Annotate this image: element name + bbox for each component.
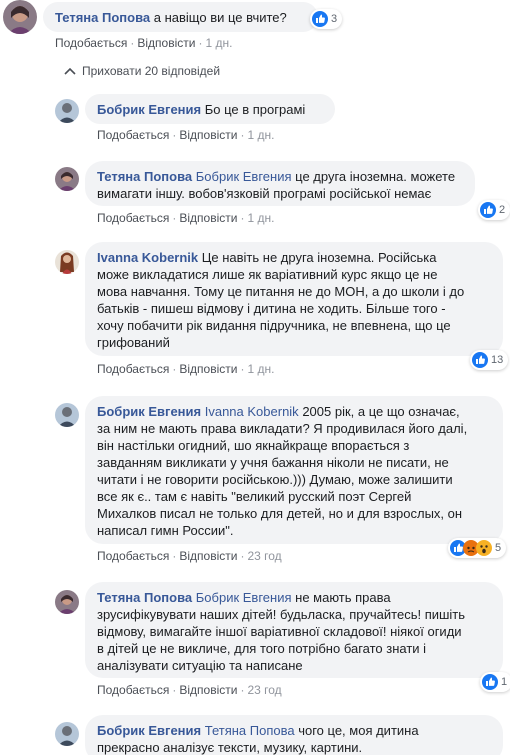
comment-actions: Подобається · Відповісти · 1 дн. — [55, 36, 233, 50]
comment-time[interactable]: 1 дн. — [247, 128, 274, 142]
comment-author[interactable]: Тетяна Попова — [97, 590, 192, 605]
comment-text-line: завданням викликати у учня бажання нікол… — [97, 455, 449, 470]
comment-text-line: це друга іноземна. можете — [295, 169, 456, 184]
reaction-count: 13 — [491, 354, 504, 366]
like-reaction-icon — [312, 11, 328, 27]
mentioned-user[interactable]: Тетяна Попова — [205, 723, 295, 738]
like-link[interactable]: Подобається — [97, 211, 169, 225]
comment-text-line: може викладатися лише як варіативний кур… — [97, 267, 438, 282]
like-link[interactable]: Подобається — [97, 549, 169, 563]
like-link[interactable]: Подобається — [55, 36, 127, 50]
mentioned-user[interactable]: Ivanna Kobernik — [205, 404, 299, 419]
comment-text-line: написал гимн России". — [97, 523, 234, 538]
reaction-count-badge[interactable]: 3 — [310, 9, 343, 29]
wow-reaction-icon — [476, 540, 492, 556]
like-reaction-icon — [472, 352, 488, 368]
comment-text-line: мова навчання. Тому це питання не до МОН… — [97, 284, 465, 299]
comment-bubble: Бобрик Евгения Бо це в програмі — [85, 94, 335, 124]
reaction-count: 1 — [501, 676, 508, 688]
comment-time[interactable]: 1 дн. — [205, 36, 232, 50]
reply-link[interactable]: Відповісти — [179, 128, 237, 142]
comment-text-line: Михалков писал не только для детей, но и… — [97, 506, 463, 521]
comment-text-line: прекрасно аналізує тексти, музику, карти… — [97, 740, 363, 755]
comment-actions: Подобається · Відповісти · 1 дн. — [97, 128, 275, 142]
reaction-count: 2 — [499, 204, 506, 216]
avatar-photo — [55, 250, 79, 274]
comment-text-line: в дітей це не викличе, для того потрібно… — [97, 641, 427, 656]
reply-link[interactable]: Відповісти — [179, 362, 237, 376]
hide-replies-link[interactable]: Приховати 20 відповідей — [64, 64, 220, 78]
comment-actions: Подобається · Відповісти · 1 дн. — [97, 362, 275, 376]
comment-text-line: зрусифікувувати наших дітей! будьласка, … — [97, 607, 466, 622]
comment-text-line: вимагати іншу. вобов'язковій програмі ро… — [97, 186, 432, 201]
mentioned-user[interactable]: Бобрик Евгения — [196, 169, 292, 184]
comment-text-line: не мають права — [295, 590, 391, 605]
comment-author[interactable]: Бобрик Евгения — [97, 102, 201, 117]
reaction-count: 5 — [495, 542, 502, 554]
avatar[interactable] — [55, 403, 79, 427]
comment-actions: Подобається · Відповісти · 1 дн. — [97, 211, 275, 225]
avatar-photo — [55, 167, 79, 191]
avatar-photo — [55, 403, 79, 427]
avatar-photo — [55, 722, 79, 746]
comment-actions: Подобається · Відповісти · 23 год — [97, 549, 282, 563]
comment-author[interactable]: Бобрик Евгения — [97, 723, 201, 738]
comment-bubble: Тетяна Попова Бобрик Евгения не мають пр… — [85, 582, 503, 678]
like-link[interactable]: Подобається — [97, 683, 169, 697]
avatar[interactable] — [55, 250, 79, 274]
reply-link[interactable]: Відповісти — [137, 36, 195, 50]
hide-replies-label: Приховати 20 відповідей — [82, 64, 221, 78]
comment-bubble: Бобрик Евгения Ivanna Kobernik 2005 рік,… — [85, 396, 503, 544]
reaction-count-badge[interactable]: 1 — [480, 672, 510, 692]
comment-text-line: чого це, моя дитина — [298, 723, 419, 738]
chevron-up-icon — [64, 67, 76, 75]
comment-time[interactable]: 23 год — [247, 549, 281, 563]
reply-link[interactable]: Відповісти — [179, 683, 237, 697]
avatar[interactable] — [3, 0, 37, 34]
avatar-photo — [55, 99, 79, 123]
reaction-count-badge[interactable]: 13 — [470, 350, 509, 370]
comment-time[interactable]: 1 дн. — [247, 362, 274, 376]
comment-time[interactable]: 1 дн. — [247, 211, 274, 225]
comment-bubble: Бобрик Евгения Тетяна Попова чого це, мо… — [85, 715, 503, 755]
avatar-photo — [3, 0, 37, 34]
comment-text-line: все як є.. там є навіть "великий русский… — [97, 489, 412, 504]
mentioned-user[interactable]: Бобрик Евгения — [196, 590, 292, 605]
comment-text-line: за ним не мають права викладати? Я проди… — [97, 421, 468, 436]
comment-text-line: батьків - пишеш відмову і дитина не ходи… — [97, 301, 446, 316]
comment-text-line: відмову, вимагайте іншої варіативної скл… — [97, 624, 462, 639]
like-link[interactable]: Подобається — [97, 362, 169, 376]
comment-actions: Подобається · Відповісти · 23 год — [97, 683, 282, 697]
reaction-count-badge[interactable]: 5 — [448, 538, 507, 558]
comment-text-line: він настільки огидний, шо якнайкраще впо… — [97, 438, 410, 453]
comment-author[interactable]: Тетяна Попова — [55, 10, 150, 25]
reaction-count-badge[interactable]: 2 — [478, 200, 510, 220]
avatar-photo — [55, 590, 79, 614]
comment-author[interactable]: Бобрик Евгения — [97, 404, 201, 419]
comment-bubble: Тетяна Попова а навіщо ви це вчите? — [43, 2, 318, 32]
avatar[interactable] — [55, 722, 79, 746]
like-reaction-icon — [480, 202, 496, 218]
comment-time[interactable]: 23 год — [247, 683, 281, 697]
comment-text-line: читати і не говорити російською.))) Дума… — [97, 472, 453, 487]
comment-text-line: аналізувати ситуацію та написане — [97, 658, 303, 673]
comment-text-line: Це навіть не друга іноземна. Російська — [201, 250, 437, 265]
comment-bubble: Тетяна Попова Бобрик Евгения це друга ін… — [85, 161, 475, 206]
like-link[interactable]: Подобається — [97, 128, 169, 142]
avatar[interactable] — [55, 167, 79, 191]
comment-text-line: грифований — [97, 335, 170, 350]
comment-author[interactable]: Ivanna Kobernik — [97, 250, 198, 265]
reaction-count: 3 — [331, 13, 338, 25]
comment-bubble: Ivanna Kobernik Це навіть не друга інозе… — [85, 242, 503, 356]
comment-text-line: хочу побачити рік видання підручника, не… — [97, 318, 451, 333]
avatar[interactable] — [55, 99, 79, 123]
comment-text-line: 2005 рік, а це що означає, — [302, 404, 460, 419]
comment-text: Бо це в програмі — [204, 102, 306, 117]
reply-link[interactable]: Відповісти — [179, 211, 237, 225]
reply-link[interactable]: Відповісти — [179, 549, 237, 563]
comment-author[interactable]: Тетяна Попова — [97, 169, 192, 184]
comment-text: а навіщо ви це вчите? — [153, 10, 287, 25]
like-reaction-icon — [482, 674, 498, 690]
avatar[interactable] — [55, 590, 79, 614]
